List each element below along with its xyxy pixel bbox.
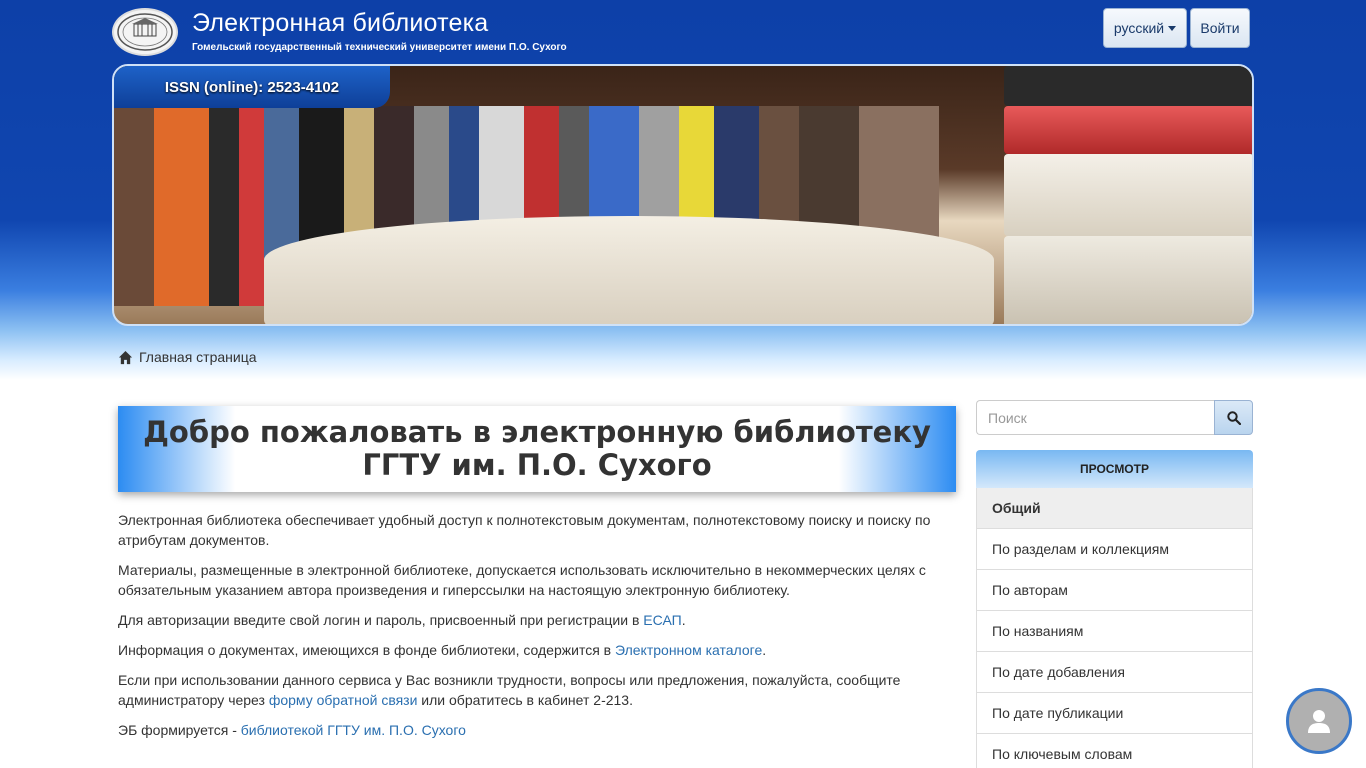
university-seal-icon[interactable] [112, 8, 178, 56]
catalog-link[interactable]: Электронном каталоге [615, 642, 762, 658]
intro-paragraph: Электронная библиотека обеспечивает удоб… [118, 512, 931, 548]
open-book-illustration [264, 216, 994, 324]
browse-item-collections[interactable]: По разделам и коллекциям [976, 529, 1253, 570]
welcome-line-1: Добро пожаловать в электронную библиотек… [143, 415, 931, 449]
catalog-paragraph: Информация о документах, имеющихся в фон… [118, 642, 767, 658]
browse-item-date-added[interactable]: По дате добавления [976, 652, 1253, 693]
browse-item-general[interactable]: Общий [976, 488, 1253, 529]
breadcrumb: Главная страница [118, 347, 257, 367]
issn-label: ISSN (online): 2523-4102 [114, 66, 390, 108]
library-paragraph: ЭБ формируется - библиотекой ГГТУ им. П.… [118, 722, 466, 738]
feedback-form-link[interactable]: форму обратной связи [269, 692, 418, 708]
language-dropdown[interactable]: русский [1103, 8, 1187, 48]
welcome-line-2: ГГТУ им. П.О. Сухого [362, 448, 712, 482]
home-icon [118, 350, 133, 364]
browse-item-authors[interactable]: По авторам [976, 570, 1253, 611]
site-title[interactable]: Электронная библиотека [192, 9, 488, 38]
search-input[interactable]: Поиск [976, 400, 1214, 435]
language-label: русский [1113, 20, 1165, 36]
usage-paragraph: Материалы, размещенные в электронной биб… [118, 562, 926, 598]
intro-text: Электронная библиотека обеспечивает удоб… [118, 510, 958, 750]
browse-item-date-published[interactable]: По дате публикации [976, 693, 1253, 734]
chat-button[interactable] [1286, 688, 1352, 754]
banner-image: ISSN (online): 2523-4102 [112, 64, 1254, 326]
login-button[interactable]: Войти [1190, 8, 1250, 48]
browse-heading: ПРОСМОТР [976, 450, 1253, 488]
library-link[interactable]: библиотекой ГГТУ им. П.О. Сухого [241, 722, 466, 738]
caret-down-icon [1168, 25, 1177, 31]
welcome-banner: Добро пожаловать в электронную библиотек… [118, 406, 956, 492]
site-subtitle: Гомельский государственный технический у… [192, 42, 567, 53]
esap-link[interactable]: ЕСАП [643, 612, 681, 628]
user-icon [1308, 710, 1330, 733]
site-header: Электронная библиотека Гомельский госуда… [112, 8, 1254, 58]
auth-paragraph: Для авторизации введите свой логин и пар… [118, 612, 686, 628]
book-stack-illustration [1004, 66, 1252, 324]
feedback-paragraph: Если при использовании данного сервиса у… [118, 672, 901, 708]
search-icon [1226, 410, 1241, 425]
search-bar: Поиск [976, 400, 1253, 435]
search-button[interactable] [1214, 400, 1253, 435]
sidebar: Поиск ПРОСМОТР Общий По разделам и колле… [976, 400, 1253, 768]
browse-item-titles[interactable]: По названиям [976, 611, 1253, 652]
browse-item-keywords[interactable]: По ключевым словам [976, 734, 1253, 768]
browse-panel: ПРОСМОТР Общий По разделам и коллекциям … [976, 450, 1253, 768]
breadcrumb-home[interactable]: Главная страница [139, 349, 257, 365]
main-content: Добро пожаловать в электронную библиотек… [112, 392, 962, 768]
